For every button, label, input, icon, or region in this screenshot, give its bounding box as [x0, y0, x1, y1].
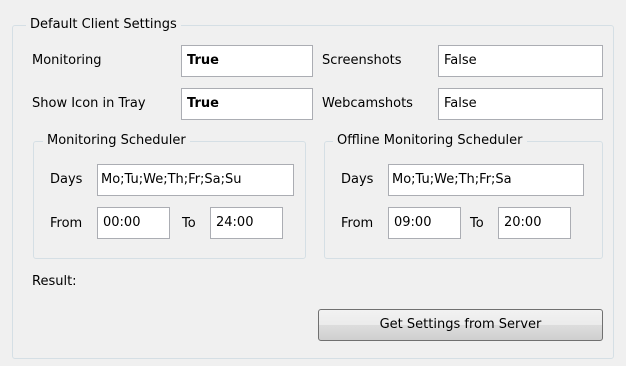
monitoring-from-label: From: [50, 216, 83, 231]
monitoring-field[interactable]: True: [181, 45, 313, 77]
offline-scheduler-title: Offline Monitoring Scheduler: [333, 133, 527, 149]
offline-to-field[interactable]: 20:00: [498, 207, 571, 239]
offline-days-label: Days: [341, 172, 374, 187]
get-settings-button[interactable]: Get Settings from Server: [318, 309, 603, 341]
monitoring-to-field[interactable]: 24:00: [210, 207, 283, 239]
screenshots-field[interactable]: False: [438, 45, 603, 77]
result-label: Result:: [32, 274, 77, 289]
webcamshots-label: Webcamshots: [322, 96, 413, 111]
default-client-settings-title: Default Client Settings: [26, 17, 181, 33]
offline-scheduler-group: [324, 141, 603, 259]
monitoring-label: Monitoring: [32, 53, 102, 68]
monitoring-from-field[interactable]: 00:00: [97, 207, 170, 239]
offline-from-field[interactable]: 09:00: [388, 207, 461, 239]
show-icon-in-tray-label: Show Icon in Tray: [32, 96, 146, 111]
offline-days-field[interactable]: Mo;Tu;We;Th;Fr;Sa: [388, 164, 584, 196]
monitoring-scheduler-group: [33, 141, 306, 259]
webcamshots-field[interactable]: False: [438, 88, 603, 120]
monitoring-scheduler-title: Monitoring Scheduler: [43, 133, 190, 149]
monitoring-days-field[interactable]: Mo;Tu;We;Th;Fr;Sa;Su: [97, 164, 294, 196]
offline-from-label: From: [341, 216, 374, 231]
screenshots-label: Screenshots: [322, 53, 402, 68]
show-icon-in-tray-field[interactable]: True: [181, 88, 313, 120]
monitoring-to-label: To: [182, 216, 196, 231]
monitoring-days-label: Days: [50, 172, 83, 187]
offline-to-label: To: [470, 216, 484, 231]
